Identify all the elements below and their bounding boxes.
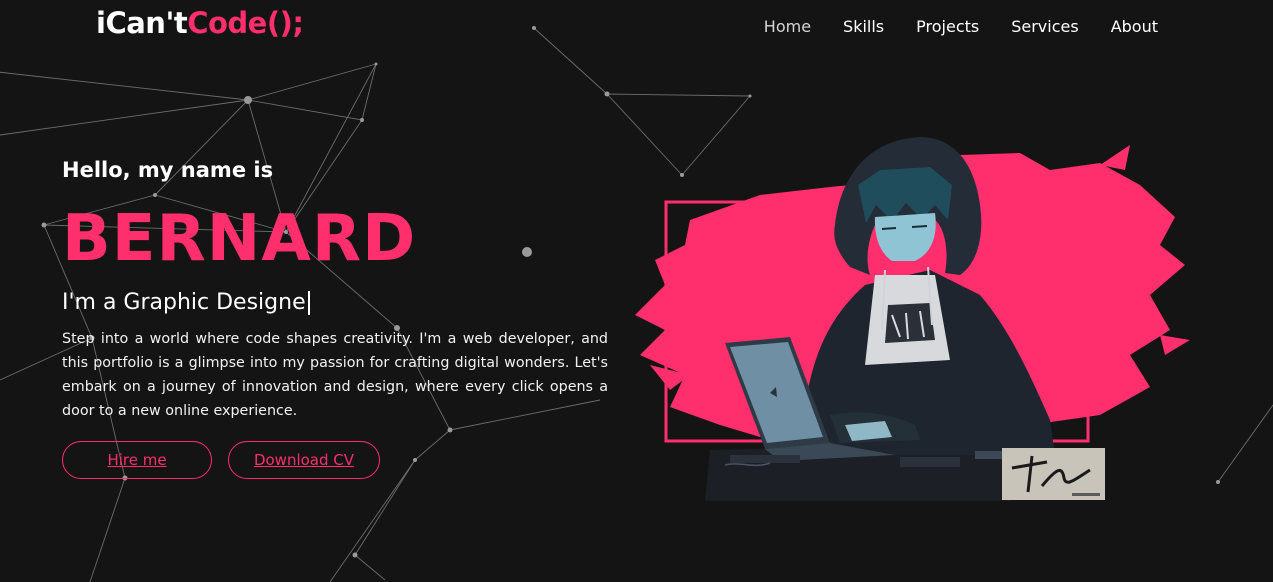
logo-main-text: iCan't xyxy=(96,6,188,40)
hire-me-button[interactable]: Hire me xyxy=(62,441,212,479)
hero-intro: Hello, my name is BERNARD I'm a Graphic … xyxy=(62,158,608,479)
hero-name: BERNARD xyxy=(62,202,417,276)
site-logo[interactable]: iCan'tCode(); xyxy=(96,6,304,40)
hero-greeting: Hello, my name is xyxy=(62,158,274,182)
nav-services[interactable]: Services xyxy=(1011,17,1078,37)
hero-actions: Hire me Download CV xyxy=(62,441,608,479)
hero-illustration xyxy=(630,125,1190,510)
artist-signature xyxy=(1002,448,1105,500)
hooded-coder-illustration xyxy=(635,137,1190,501)
hero-role-line: I'm a Graphic Designe xyxy=(62,290,608,315)
nav-projects[interactable]: Projects xyxy=(916,17,979,37)
nav-skills[interactable]: Skills xyxy=(843,17,884,37)
main-nav: Home Skills Projects Services About xyxy=(732,17,1158,37)
nav-about[interactable]: About xyxy=(1111,17,1158,37)
nav-home[interactable]: Home xyxy=(764,17,811,37)
hero-bio: Step into a world where code shapes crea… xyxy=(62,331,608,419)
download-cv-button[interactable]: Download CV xyxy=(228,441,380,479)
logo-accent-text: Code(); xyxy=(187,6,304,40)
typing-cursor xyxy=(307,290,310,315)
hero-role-text: I'm a Graphic Designe xyxy=(62,290,306,315)
